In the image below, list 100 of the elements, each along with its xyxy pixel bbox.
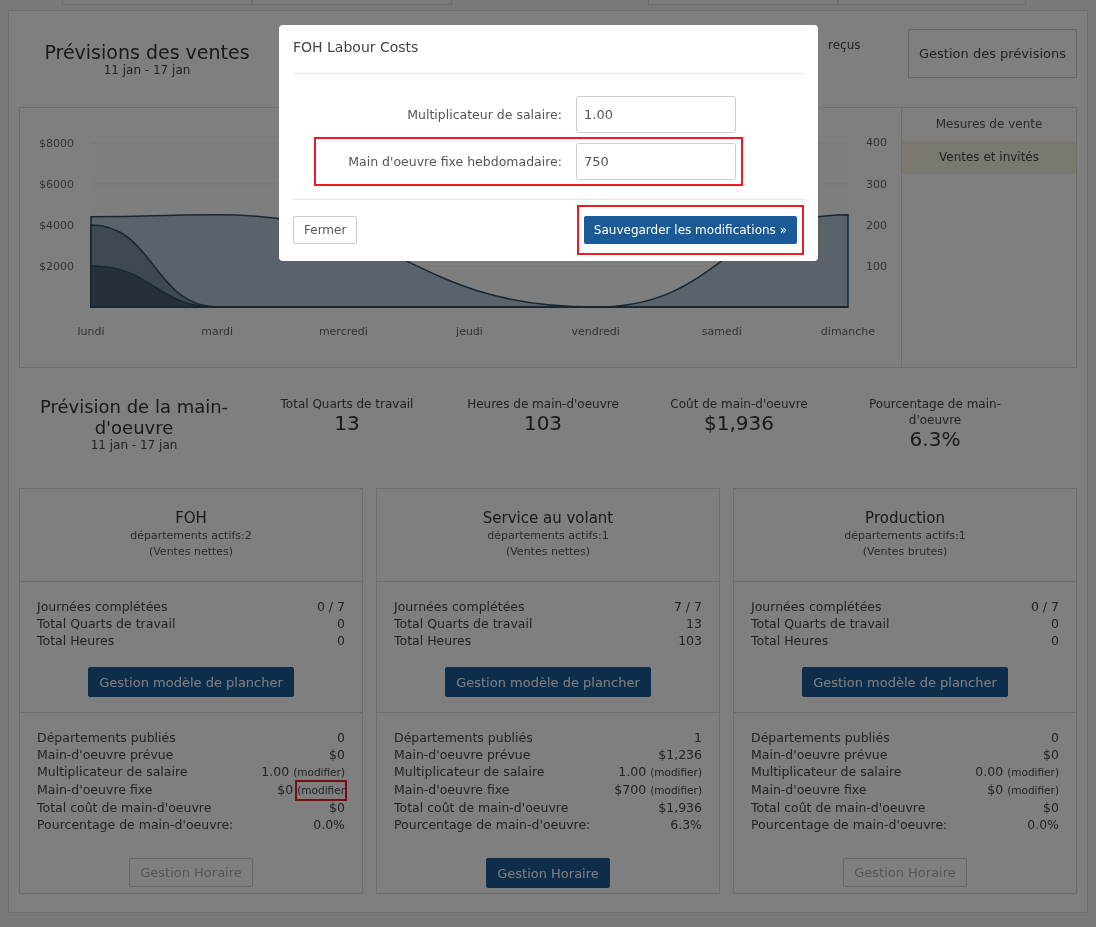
modify-link[interactable]: (modifier) bbox=[293, 764, 345, 781]
stat-value: $0 bbox=[277, 781, 294, 798]
stat-label: Total Heures bbox=[751, 632, 829, 649]
stat-label: Multiplicateur de salaire bbox=[394, 763, 545, 781]
stat-value: 103 bbox=[522, 412, 564, 434]
stat-label: Départements publiés bbox=[394, 729, 533, 746]
stat-label: Journées complétées bbox=[37, 598, 168, 615]
stat-label: Total coût de main-d'oeuvre bbox=[394, 799, 569, 816]
axis-label: 100 bbox=[866, 260, 887, 274]
stat-value: $700 bbox=[614, 781, 647, 798]
stat-value: 103 bbox=[678, 632, 702, 649]
stat-value: $0 bbox=[329, 746, 345, 763]
axis-label: lundi bbox=[77, 325, 105, 338]
stat-value: 0.0% bbox=[313, 816, 345, 833]
modal-title: FOH Labour Costs bbox=[293, 25, 804, 74]
stat-value: $0 bbox=[987, 781, 1004, 798]
forecast-button[interactable]: Gestion des prévisions bbox=[908, 28, 1077, 78]
stat-value: 6.3% bbox=[670, 816, 702, 833]
field-label: Main d'oeuvre fixe hebdomadaire: bbox=[348, 154, 562, 169]
close-button[interactable]: Fermer bbox=[293, 216, 358, 244]
department-subtitle: (Ventes brutes) bbox=[861, 544, 949, 560]
department-subtitle: (Ventes nettes) bbox=[147, 544, 235, 560]
axis-label: $2000 bbox=[39, 260, 74, 273]
stat-value: $0 bbox=[1043, 799, 1059, 816]
stat-label: Total Heures bbox=[394, 632, 472, 649]
stat-label: Main-d'oeuvre prévue bbox=[751, 746, 888, 763]
stat-value: 0 bbox=[1051, 632, 1059, 649]
stat-label: Heures de main-d'oeuvre bbox=[466, 396, 620, 412]
axis-label: vendredi bbox=[571, 325, 620, 338]
stat-value: $1,936 bbox=[703, 412, 775, 434]
stat-value: 1 bbox=[694, 729, 702, 746]
stat-label: Départements publiés bbox=[37, 729, 176, 746]
input-field[interactable]: 750 bbox=[576, 143, 736, 180]
floor-plan-button[interactable]: Gestion modèle de plancher bbox=[802, 667, 1008, 697]
stat-value: 0 / 7 bbox=[1030, 598, 1059, 615]
stat-value: 6.3% bbox=[908, 428, 962, 450]
stat-label: Main-d'oeuvre fixe bbox=[37, 781, 153, 799]
section-title: Prévision de la main-d'oeuvre bbox=[38, 396, 230, 438]
stat-label: Multiplicateur de salaire bbox=[751, 763, 902, 781]
modify-link[interactable]: (modifier) bbox=[650, 764, 702, 781]
stat-label: Journées complétées bbox=[394, 598, 525, 615]
stat-label: Main-d'oeuvre prévue bbox=[37, 746, 174, 763]
stat-label: Total coût de main-d'oeuvre bbox=[751, 799, 926, 816]
stat-label: Pourcentage de main-d'oeuvre bbox=[868, 396, 1002, 428]
schedule-button[interactable]: Gestion Horaire bbox=[486, 858, 610, 888]
stat-label: Main-d'oeuvre fixe bbox=[751, 781, 867, 799]
menu-item[interactable]: Mesures de vente bbox=[902, 108, 1076, 141]
stat-label: Total Quarts de travail bbox=[751, 615, 890, 632]
stat-value: $1,936 bbox=[658, 799, 702, 816]
stat-label: Total Quarts de travail bbox=[37, 615, 176, 632]
stat-value: 1.00 bbox=[618, 763, 647, 780]
stat-value: 13 bbox=[686, 615, 702, 632]
modify-link[interactable]: (modifier) bbox=[1007, 764, 1059, 781]
modify-link[interactable]: (modifier) bbox=[650, 782, 702, 799]
axis-label: samedi bbox=[701, 325, 742, 338]
department-subtitle: (Ventes nettes) bbox=[504, 544, 592, 560]
stat-value: 7 / 7 bbox=[673, 598, 702, 615]
stat-value: $0 bbox=[1043, 746, 1059, 763]
section-title: Prévisions des ventes bbox=[43, 41, 251, 63]
department-title: FOH bbox=[174, 508, 208, 528]
stat-value: 0 bbox=[337, 615, 345, 632]
department-subtitle: départements actifs:1 bbox=[843, 528, 967, 544]
stat-label: Coût de main-d'oeuvre bbox=[669, 396, 809, 412]
menu-item[interactable]: Ventes et invités bbox=[902, 141, 1076, 174]
department-title: Service au volant bbox=[481, 508, 615, 528]
axis-label: 200 bbox=[866, 218, 887, 232]
date-range: 11 jan - 17 jan bbox=[89, 438, 179, 452]
axis-label: mardi bbox=[201, 325, 234, 338]
stat-label: Total coût de main-d'oeuvre bbox=[37, 799, 212, 816]
modify-link[interactable]: (modifier bbox=[297, 782, 345, 799]
stat-value: 0 / 7 bbox=[316, 598, 345, 615]
stat-label: Pourcentage de main-d'oeuvre: bbox=[751, 816, 948, 833]
stat-value: 13 bbox=[333, 412, 361, 434]
floor-plan-button[interactable]: Gestion modèle de plancher bbox=[88, 667, 294, 697]
stat-label: Total Quarts de travail bbox=[394, 615, 533, 632]
stat-label: Total Heures bbox=[37, 632, 115, 649]
input-field[interactable]: 1.00 bbox=[576, 96, 736, 133]
axis-label: mercredi bbox=[318, 325, 368, 338]
floor-plan-button[interactable]: Gestion modèle de plancher bbox=[445, 667, 651, 697]
stat-label: Main-d'oeuvre prévue bbox=[394, 746, 531, 763]
save-button[interactable]: Sauvegarder les modifications » bbox=[583, 216, 797, 244]
date-range: 11 jan - 17 jan bbox=[102, 63, 192, 77]
stat-label: Main-d'oeuvre fixe bbox=[394, 781, 510, 799]
axis-label: 400 bbox=[866, 136, 887, 150]
axis-label: 300 bbox=[866, 177, 887, 191]
stat-value: 1.00 bbox=[261, 763, 290, 780]
stat-label: Départements publiés bbox=[751, 729, 890, 746]
stat-label: Total Quarts de travail bbox=[279, 396, 415, 412]
stat-value: 0 bbox=[337, 632, 345, 649]
stat-label: Pourcentage de main-d'oeuvre: bbox=[394, 816, 591, 833]
axis-label: $6000 bbox=[39, 178, 74, 191]
department-title: Production bbox=[864, 508, 946, 528]
stat-value: 0 bbox=[1051, 615, 1059, 632]
stat-label: Journées complétées bbox=[751, 598, 882, 615]
field-label: Multiplicateur de salaire: bbox=[407, 107, 562, 122]
stat-value: $1,236 bbox=[658, 746, 702, 763]
stat-label: Multiplicateur de salaire bbox=[37, 763, 188, 781]
modify-link[interactable]: (modifier) bbox=[1007, 782, 1059, 799]
stat-label: Pourcentage de main-d'oeuvre: bbox=[37, 816, 234, 833]
axis-label: $8000 bbox=[39, 137, 74, 150]
